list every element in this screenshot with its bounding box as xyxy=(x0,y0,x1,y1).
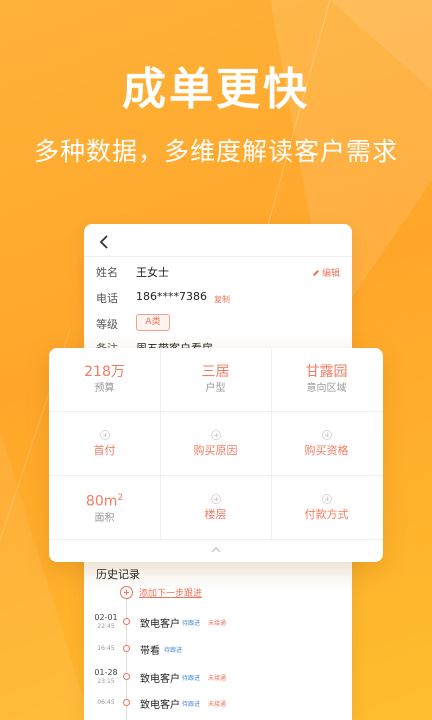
header-divider xyxy=(84,256,352,257)
history-item[interactable]: 16:45 带看 待跟进 xyxy=(84,642,352,666)
status-tag: 未接通 xyxy=(208,701,227,708)
down-payment-label: 首付 xyxy=(93,443,116,457)
floor-cell[interactable]: 楼层 xyxy=(160,476,271,539)
pencil-icon xyxy=(312,269,319,276)
chevron-up-icon[interactable] xyxy=(209,545,223,555)
timeline-dot xyxy=(123,673,130,680)
history-date: 06:45 xyxy=(97,699,115,706)
plus-circle-icon xyxy=(120,586,133,599)
add-next-label: 添加下一步跟进 xyxy=(139,589,203,599)
edit-label: 编辑 xyxy=(321,269,340,279)
plus-circle-icon xyxy=(321,429,332,440)
status-tag: 待跟进 xyxy=(164,647,183,654)
budget-value: 218万 xyxy=(84,364,125,380)
status-tag: 未接通 xyxy=(208,675,227,682)
history-item[interactable]: 02-01 22:45 致电客户 待跟进 未接通 xyxy=(84,613,352,637)
status-tag: 待跟进 xyxy=(182,620,201,627)
status-tag: 待跟进 xyxy=(182,675,201,682)
history-title: 历史记录 xyxy=(96,568,140,581)
purchase-reason-label: 购买原因 xyxy=(193,443,238,457)
purchase-qualification-cell[interactable]: 购买资格 xyxy=(271,412,382,475)
hero-title: 成单更快 xyxy=(122,64,310,115)
requirement-panel: 218万 预算 三居 户型 甘露园 意向区域 首付 购买原因 购买资格 80m2 xyxy=(49,348,383,562)
plus-circle-icon xyxy=(321,493,332,504)
history-action: 带看 xyxy=(140,646,160,657)
history-date: 01-28 23:15 xyxy=(94,668,118,685)
size-cell[interactable]: 80m2 面积 xyxy=(49,476,160,539)
requirement-grid: 218万 预算 三居 户型 甘露园 意向区域 首付 购买原因 购买资格 80m2 xyxy=(49,348,383,540)
area-pref-value: 甘露园 xyxy=(305,364,348,380)
purchase-reason-cell[interactable]: 购买原因 xyxy=(160,412,271,475)
timeline-dot xyxy=(123,645,130,652)
status-tag: 未接通 xyxy=(208,620,227,627)
down-payment-cell[interactable]: 首付 xyxy=(49,412,160,475)
payment-method-label: 付款方式 xyxy=(304,507,349,521)
layout-cell[interactable]: 三居 户型 xyxy=(160,348,271,411)
status-tag: 待跟进 xyxy=(182,701,201,708)
phone-value: 186****7386 xyxy=(136,290,207,303)
timeline-dot xyxy=(123,618,130,625)
plus-circle-icon xyxy=(99,429,110,440)
size-label: 面积 xyxy=(94,512,115,524)
layout-label: 户型 xyxy=(205,383,226,394)
history-action: 致电客户 xyxy=(140,700,180,711)
name-value: 王女士 xyxy=(136,266,169,279)
history-date: 02-01 22:45 xyxy=(94,613,118,630)
level-label: 等级 xyxy=(96,318,118,331)
chevron-left-icon[interactable] xyxy=(96,232,114,252)
history-date: 16:45 xyxy=(97,645,115,652)
timeline-dot xyxy=(123,699,130,706)
history-action: 致电客户 xyxy=(140,619,180,630)
hero-subtitle: 多种数据，多维度解读客户需求 xyxy=(33,137,398,166)
add-next-followup-button[interactable]: 添加下一步跟进 xyxy=(120,586,202,599)
budget-cell[interactable]: 218万 预算 xyxy=(49,348,160,411)
edit-button[interactable]: 编辑 xyxy=(312,266,340,279)
level-badge: A类 xyxy=(136,314,170,331)
history-item[interactable]: 06:45 致电客户 待跟进 未接通 xyxy=(84,696,352,720)
size-value: 80m2 xyxy=(85,493,124,510)
area-pref-cell[interactable]: 甘露园 意向区域 xyxy=(271,348,382,411)
copy-button[interactable]: 复制 xyxy=(214,294,230,305)
purchase-qualification-label: 购买资格 xyxy=(304,443,349,457)
history-action: 致电客户 xyxy=(140,674,180,685)
budget-label: 预算 xyxy=(94,383,115,394)
history-item[interactable]: 01-28 23:15 致电客户 待跟进 未接通 xyxy=(84,668,352,692)
layout-value: 三居 xyxy=(201,364,230,380)
phone-label: 电话 xyxy=(96,292,118,305)
plus-circle-icon xyxy=(210,493,221,504)
payment-method-cell[interactable]: 付款方式 xyxy=(271,476,382,539)
grid-divider xyxy=(49,539,383,540)
area-pref-label: 意向区域 xyxy=(306,383,347,394)
name-label: 姓名 xyxy=(96,266,118,279)
floor-label: 楼层 xyxy=(204,507,227,521)
plus-circle-icon xyxy=(210,429,221,440)
